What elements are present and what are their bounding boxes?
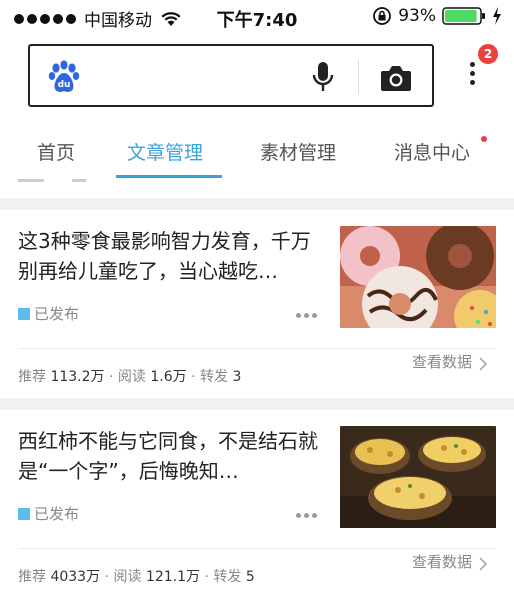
stats-separator: · [109, 369, 114, 385]
notification-badge: 2 [478, 44, 498, 64]
card-gap [0, 198, 514, 210]
tab-material-management[interactable]: 素材管理 [260, 138, 336, 165]
microphone-icon[interactable] [312, 60, 334, 94]
search-divider [358, 60, 359, 94]
baidu-logo-text: du [58, 80, 71, 90]
tab-bar: 首页 文章管理 素材管理 消息中心 [0, 128, 514, 180]
status-tag: 已发布 [18, 503, 79, 524]
card-divider [18, 348, 496, 349]
rotation-lock-icon [373, 7, 392, 25]
status-text: 已发布 [34, 505, 80, 523]
share-value: 5 [245, 569, 255, 585]
article-title[interactable]: 西红柿不能与它同食，不是结石就是“一个字”，后悔晚知… [18, 426, 324, 486]
view-data-link[interactable]: 查看数据 [412, 351, 488, 372]
recommend-label: 推荐 [18, 369, 46, 385]
recommend-value: 4033万 [50, 569, 101, 585]
read-label: 阅读 [117, 369, 146, 385]
stats-separator: · [104, 569, 109, 585]
charging-icon [493, 7, 501, 25]
article-card[interactable]: 这3种零食最影响智力发育，千万别再给儿童吃了，当心越吃… 已发布 推荐 113.… [0, 210, 514, 398]
read-value: 1.6万 [150, 369, 187, 385]
search-bar[interactable]: du [28, 44, 434, 107]
tab-article-management[interactable]: 文章管理 [127, 138, 203, 165]
stats-separator: · [204, 569, 209, 585]
view-data-link[interactable]: 查看数据 [412, 551, 488, 572]
recommend-label: 推荐 [18, 569, 46, 585]
status-indicator [18, 307, 30, 320]
stats-separator: · [191, 369, 196, 385]
status-indicator [18, 507, 30, 520]
donuts-image [340, 226, 496, 328]
recommend-value: 113.2万 [50, 369, 105, 385]
article-more-button[interactable] [296, 513, 317, 518]
article-more-button[interactable] [296, 313, 317, 318]
article-stats: 推荐 4033万 · 阅读 121.1万 · 转发 5 [18, 566, 255, 586]
chevron-right-icon [479, 556, 488, 571]
read-value: 121.1万 [145, 569, 200, 585]
share-value: 3 [232, 369, 242, 385]
status-bar-right: 93% [372, 6, 502, 26]
battery-percent: 93% [398, 6, 436, 26]
card-divider [18, 548, 496, 549]
status-bar: 中国移动 下午7:40 93% [0, 0, 514, 34]
read-label: 阅读 [113, 569, 142, 585]
card-gap [0, 398, 514, 410]
previous-article-partial [0, 178, 514, 186]
view-data-label: 查看数据 [412, 353, 473, 371]
article-card[interactable]: 西红柿不能与它同食，不是结石就是“一个字”，后悔晚知… 已发布 推荐 4033万… [0, 410, 514, 598]
share-label: 转发 [213, 569, 242, 585]
status-text: 已发布 [34, 305, 80, 323]
article-stats: 推荐 113.2万 · 阅读 1.6万 · 转发 3 [18, 366, 241, 386]
share-label: 转发 [199, 369, 228, 385]
battery-icon [442, 7, 485, 25]
status-tag: 已发布 [18, 303, 79, 324]
article-thumbnail[interactable] [340, 226, 496, 328]
view-data-label: 查看数据 [412, 553, 473, 571]
article-thumbnail[interactable] [340, 426, 496, 528]
tab-message-center[interactable]: 消息中心 [394, 138, 470, 165]
camera-icon[interactable] [380, 64, 412, 92]
more-menu-button[interactable] [462, 58, 482, 98]
chevron-right-icon [479, 356, 488, 371]
tab-home[interactable]: 首页 [37, 138, 75, 165]
baked-potatoes-image [340, 426, 496, 528]
article-title[interactable]: 这3种零食最影响智力发育，千万别再给儿童吃了，当心越吃… [18, 226, 324, 286]
message-unread-dot [481, 136, 487, 142]
baidu-paw-logo: du [48, 60, 80, 92]
